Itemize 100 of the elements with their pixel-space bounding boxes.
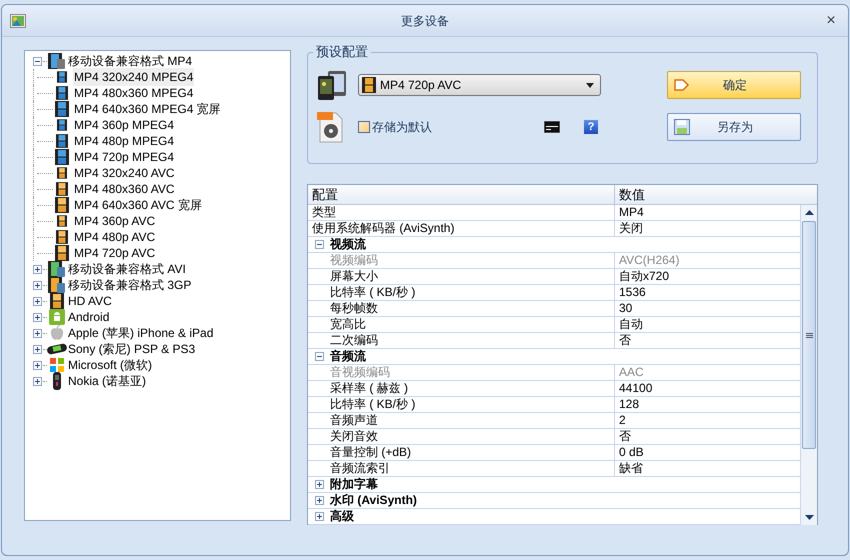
property-name: 屏幕大小 xyxy=(308,269,615,284)
film-icon xyxy=(55,149,69,165)
property-value[interactable]: 自动 xyxy=(615,317,800,332)
film-icon xyxy=(56,182,68,196)
console-icon[interactable] xyxy=(544,121,560,133)
property-value[interactable]: 2 xyxy=(615,413,800,428)
expand-icon[interactable] xyxy=(33,360,42,370)
tree-item[interactable]: HD AVC xyxy=(67,292,113,310)
tree-item[interactable]: 移动设备兼容格式 AVI xyxy=(67,260,187,278)
section-header[interactable]: 高级 xyxy=(330,509,354,524)
tree-item[interactable]: MP4 480p MPEG4 xyxy=(73,132,176,150)
scroll-thumb[interactable] xyxy=(802,221,816,449)
property-name: 每秒帧数 xyxy=(308,301,615,316)
property-name: 二次编码 xyxy=(308,333,615,348)
scroll-up-icon[interactable] xyxy=(804,210,814,215)
expand-icon[interactable] xyxy=(314,480,324,489)
tree-item[interactable]: MP4 320x240 AVC xyxy=(73,164,176,182)
ok-button[interactable]: 确定 xyxy=(667,71,801,99)
tree-item[interactable]: 移动设备兼容格式 3GP xyxy=(67,276,192,294)
scroll-down-icon[interactable] xyxy=(804,515,814,520)
video-file-icon xyxy=(316,111,344,143)
tree-item[interactable]: MP4 360p MPEG4 xyxy=(73,116,176,134)
tree-item[interactable]: MP4 640x360 AVC 宽屏 xyxy=(73,196,203,214)
tree-item[interactable]: MP4 720p MPEG4 xyxy=(73,148,176,166)
expand-icon[interactable] xyxy=(314,496,324,505)
film-icon xyxy=(55,197,69,213)
property-value[interactable]: 自动x720 xyxy=(615,269,800,284)
property-name: 宽高比 xyxy=(308,317,615,332)
property-value[interactable]: 否 xyxy=(615,429,800,444)
tree-item[interactable]: 移动设备兼容格式 MP4 xyxy=(67,52,194,70)
tree-item[interactable]: MP4 360p AVC xyxy=(73,212,156,230)
tree-item[interactable]: MP4 480x360 AVC xyxy=(73,180,176,198)
tree-item[interactable]: Apple (苹果) iPhone & iPad xyxy=(67,324,214,342)
property-name: 使用系统解码器 (AviSynth) xyxy=(308,221,615,236)
section-header[interactable]: 音频流 xyxy=(330,349,366,364)
column-header[interactable]: 配置 xyxy=(308,185,615,204)
property-name: 音视频编码 xyxy=(308,365,615,380)
phones-icon xyxy=(316,69,348,101)
tree-item[interactable]: MP4 720p AVC xyxy=(73,244,156,262)
tree-item[interactable]: MP4 480p AVC xyxy=(73,228,156,246)
property-value[interactable]: 关闭 xyxy=(615,221,800,236)
film-icon xyxy=(50,293,64,309)
property-name: 类型 xyxy=(308,205,615,220)
tree-item[interactable]: Nokia (诺基亚) xyxy=(67,372,148,390)
tree-item[interactable]: Sony (索尼) PSP & PS3 xyxy=(67,340,196,358)
grip-icon xyxy=(806,332,812,338)
save-default-checkbox[interactable]: 存储为默认 xyxy=(358,118,432,136)
collapse-icon[interactable] xyxy=(33,56,42,66)
scrollbar[interactable] xyxy=(800,205,817,525)
property-value[interactable]: 1536 xyxy=(615,285,800,300)
group-title: 预设配置 xyxy=(313,44,371,60)
film-icon xyxy=(55,101,69,117)
expand-icon[interactable] xyxy=(33,376,42,386)
tree-item[interactable]: MP4 640x360 MPEG4 宽屏 xyxy=(73,100,222,118)
expand-icon[interactable] xyxy=(33,328,42,338)
expand-icon[interactable] xyxy=(314,512,324,521)
property-value[interactable]: 30 xyxy=(615,301,800,316)
expand-icon[interactable] xyxy=(33,264,42,274)
tree-item[interactable]: MP4 480x360 MPEG4 xyxy=(73,84,194,102)
save-as-button[interactable]: 另存为 xyxy=(667,113,801,141)
property-name: 音频流索引 xyxy=(308,461,615,476)
property-name: 采样率 ( 赫兹 ) xyxy=(308,381,615,396)
film-icon xyxy=(56,134,68,148)
section-header[interactable]: 水印 (AviSynth) xyxy=(330,493,417,508)
film-icon xyxy=(57,167,67,179)
apple-icon xyxy=(49,325,65,341)
property-value[interactable]: 44100 xyxy=(615,381,800,396)
expand-icon[interactable] xyxy=(33,312,42,322)
window-title: 更多设备 xyxy=(401,12,449,30)
help-button[interactable]: ? xyxy=(584,120,598,134)
property-value[interactable]: 0 dB xyxy=(615,445,800,460)
arrow-icon xyxy=(674,78,690,92)
section-header[interactable]: 视频流 xyxy=(330,237,366,252)
film-icon xyxy=(57,71,67,83)
property-name: 关闭音效 xyxy=(308,429,615,444)
tree-item[interactable]: MP4 320x240 MPEG4 xyxy=(73,68,194,86)
expand-icon[interactable] xyxy=(33,280,42,290)
film-icon xyxy=(56,86,68,100)
property-name: 比特率 ( KB/秒 ) xyxy=(308,397,615,412)
property-name: 音量控制 (+dB) xyxy=(308,445,615,460)
tree-item[interactable]: Microsoft (微软) xyxy=(67,356,153,374)
property-name: 比特率 ( KB/秒 ) xyxy=(308,285,615,300)
handheld-console-icon xyxy=(47,343,67,355)
caret-icon xyxy=(586,82,594,88)
column-header[interactable]: 数值 xyxy=(615,185,817,204)
collapse-icon[interactable] xyxy=(314,352,324,361)
expand-icon[interactable] xyxy=(33,296,42,306)
film-phone-icon xyxy=(48,261,66,277)
phone-icon xyxy=(52,372,62,390)
preset-dropdown[interactable]: MP4 720p AVC xyxy=(358,74,601,96)
section-header[interactable]: 附加字幕 xyxy=(330,477,378,492)
expand-icon[interactable] xyxy=(33,344,42,354)
property-value[interactable]: MP4 xyxy=(615,205,800,220)
tree-item[interactable]: Android xyxy=(67,308,110,326)
close-button[interactable]: × xyxy=(822,12,840,30)
collapse-icon[interactable] xyxy=(314,240,324,249)
property-value[interactable]: 缺省 xyxy=(615,461,800,476)
property-value[interactable]: 128 xyxy=(615,397,800,412)
property-value[interactable]: 否 xyxy=(615,333,800,348)
app-icon xyxy=(10,14,26,28)
